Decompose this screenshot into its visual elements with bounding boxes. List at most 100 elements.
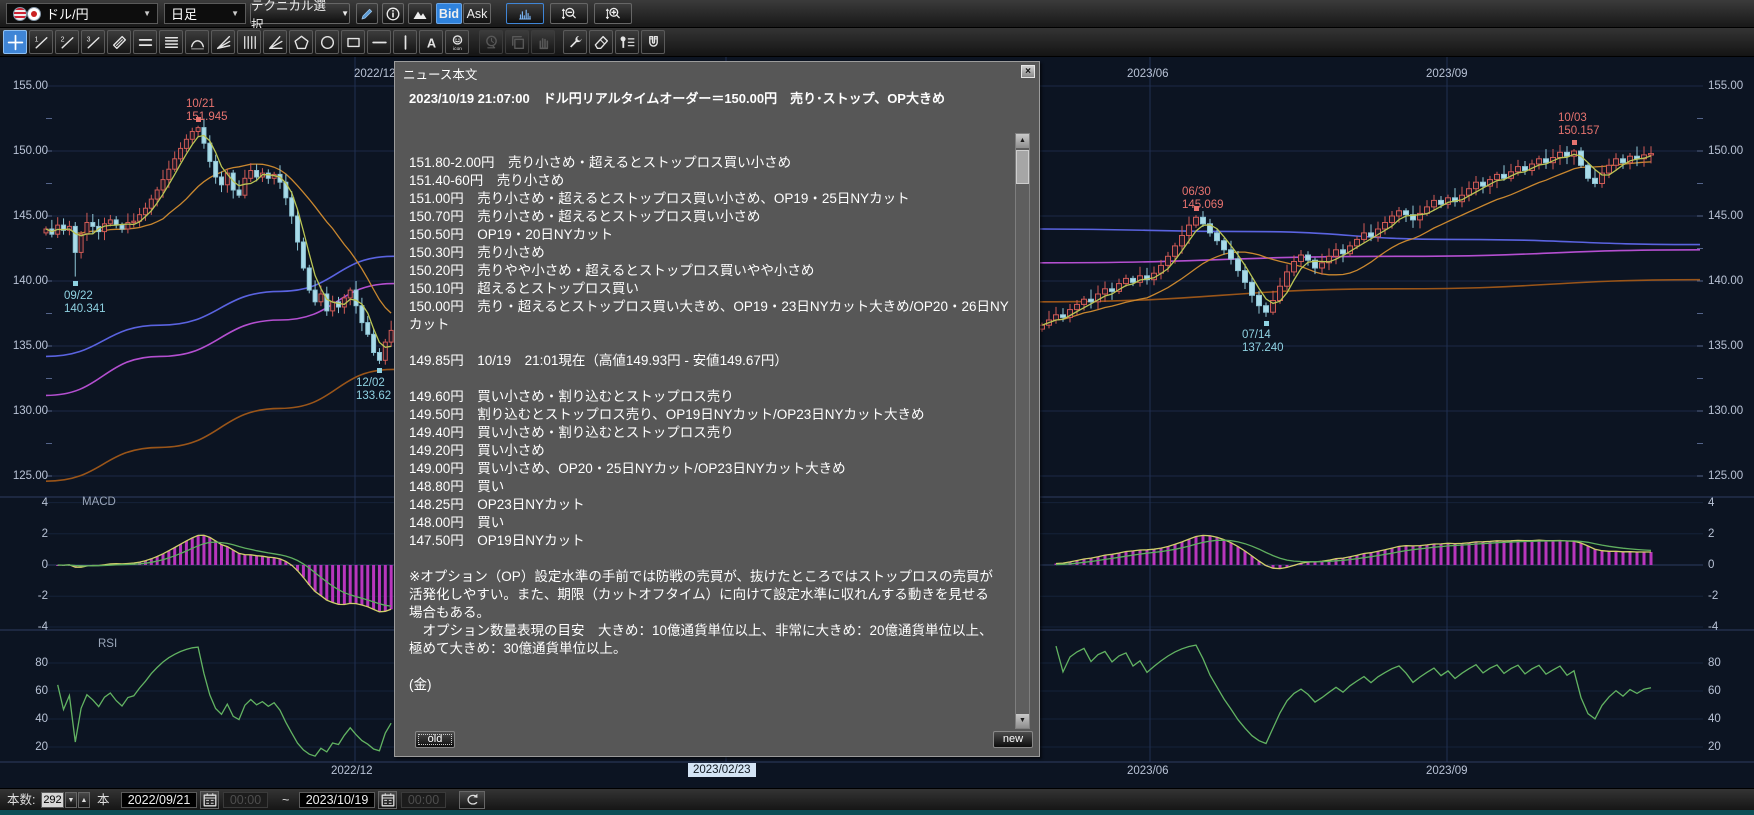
time-to-input: 00:00 [401,792,446,808]
calendar-icon [380,792,396,808]
news-body-line [409,550,1005,568]
tool-text-button[interactable]: A [419,30,443,54]
currency-pair-select[interactable]: ドル/円 ▼ [6,3,158,24]
news-body-line: 149.00円 買い小さめ、OP20・25日NYカット/OP23日NYカット大き… [409,460,1005,478]
tool-crosshair-button[interactable] [3,30,27,54]
tool-vertical-line-button[interactable] [393,30,417,54]
us-flag-icon [13,7,27,21]
time-from-input: 00:00 [223,792,268,808]
tool-trendline-3-button[interactable]: 3 [81,30,105,54]
close-icon[interactable]: × [1021,65,1035,78]
chart-style-button[interactable] [408,3,432,24]
news-body-line [409,370,1005,388]
news-body-line: ※オプション（OP）設定水準の手前では防戦の売買が、抜けたところではストップロス… [409,568,1005,586]
tick-chart-button[interactable] [506,3,544,24]
bar-unit-label: 本 [97,792,110,808]
tool-angle-lines-button[interactable] [263,30,287,54]
old-news-button[interactable]: old [415,731,455,748]
date-from-input[interactable]: 2022/09/21 [121,792,197,808]
scroll-up-icon[interactable]: ▲ [1016,134,1029,148]
news-body-line: 149.20円 買い小さめ [409,442,1005,460]
news-body-line: 147.50円 OP19日NYカット [409,532,1005,550]
chevron-down-icon: ▼ [231,9,239,18]
zoom-in-icon [605,6,621,22]
tool-history-button[interactable] [479,30,503,54]
tool-fan-lines-button[interactable] [211,30,235,54]
status-bar: 本数: 292 ▼ ▲ 本 2022/09/21 00:00 ~ 2023/10… [0,788,1754,811]
news-body-line [409,334,1005,352]
reset-range-button[interactable] [459,791,485,809]
tick-chart-icon [517,6,533,22]
news-body-line: 149.60円 買い小さめ・割り込むとストップロス売り [409,388,1005,406]
tool-settings-list-button[interactable] [615,30,639,54]
news-body-line: (金) [409,676,1005,694]
news-headline: 2023/10/19 21:07:00 ドル円リアルタイムオーダー＝150.00… [409,88,1009,107]
news-body-line: オプション数量表現の目安 大きめ：10億通貨単位以上、非常に大きめ：20億通貨単… [409,622,1005,640]
news-body-line: 150.70円 売り小さめ・超えるとストップロス買い小さめ [409,208,1005,226]
news-body-line: 150.30円 売り小さめ [409,244,1005,262]
period-label: 日足 [171,4,197,23]
count-spin-down-icon[interactable]: ▼ [65,792,77,808]
japan-flag-icon [27,7,41,21]
period-select[interactable]: 日足 ▼ [164,3,246,24]
scrollbar-thumb[interactable] [1016,150,1029,184]
zoom-in-vertical-button[interactable] [594,3,632,24]
bar-count-label: 本数: [7,792,35,808]
tool-icon-stamp-button[interactable]: icon [445,30,469,54]
news-body-line: 場合もある。 [409,604,1005,622]
new-news-button[interactable]: new [993,731,1033,748]
calendar-to-button[interactable] [378,791,397,809]
tool-trendline-1-button[interactable]: 1 [29,30,53,54]
dialog-scrollbar[interactable]: ▲ ▼ [1015,133,1030,729]
tool-hand-button[interactable] [531,30,555,54]
news-body-line: 150.50円 OP19・20日NYカット [409,226,1005,244]
tool-rectangle-button[interactable] [341,30,365,54]
svg-text:icon: icon [453,45,462,50]
undo-icon [464,792,480,808]
news-body-line: 149.50円 割り込むとストップロス売り、OP19日NYカット/OP23日NY… [409,406,1005,424]
svg-text:1: 1 [34,36,38,43]
technical-select-button[interactable]: テクニカル選択 ▼ [250,3,350,24]
draw-pencil-button[interactable] [356,3,378,24]
chevron-down-icon: ▼ [143,9,151,18]
date-to-input[interactable]: 2023/10/19 [299,792,375,808]
news-body: 151.80-2.00円 売り小さめ・超えるとストップロス買い小さめ151.40… [409,154,1005,694]
bottom-strip [0,810,1754,815]
trading-app-window: ドル/円 ▼ 日足 ▼ テクニカル選択 ▼ Bid Ask 1 23 Aicon 1… [0,0,1754,815]
bid-label: Bid [439,7,459,21]
tool-horizontal-lines-button[interactable] [159,30,183,54]
ask-button[interactable]: Ask [463,3,491,24]
news-body-line: 151.40-60円 売り小さめ [409,172,1005,190]
news-body-line: 活発化しやすい。また、期限（カットオフタイム）に向けて設定水準に収れんする動きを… [409,586,1005,604]
bid-button[interactable]: Bid [436,3,462,24]
tool-wrench-button[interactable] [563,30,587,54]
tool-horizontal-line-button[interactable] [367,30,391,54]
ask-label: Ask [467,7,488,21]
count-spin-up-icon[interactable]: ▲ [78,792,90,808]
calendar-from-button[interactable] [200,791,219,809]
info-icon [385,6,401,22]
bar-count-input[interactable]: 292 [41,792,64,808]
tool-eraser-button[interactable] [589,30,613,54]
news-body-line: 150.10円 超えるとストップロス買い [409,280,1005,298]
tool-magnet-button[interactable] [641,30,665,54]
drawing-toolbar: 1 23 Aicon [0,28,1754,57]
tool-pentagon-button[interactable] [289,30,313,54]
chevron-down-icon: ▼ [341,9,349,18]
news-body-line: 148.25円 OP23日NYカット [409,496,1005,514]
news-body-line: 148.80円 買い [409,478,1005,496]
tool-ellipse-button[interactable] [315,30,339,54]
zoom-out-vertical-button[interactable] [550,3,588,24]
news-body-line: 149.85円 10/19 21:01現在（高値149.93円 - 安値149.… [409,352,1005,370]
info-button[interactable] [382,3,404,24]
tool-trendline-2-button[interactable]: 2 [55,30,79,54]
currency-pair-label: ドル/円 [46,4,89,23]
scroll-down-icon[interactable]: ▼ [1016,714,1029,728]
tool-parallel-lines-button[interactable] [133,30,157,54]
tool-fibonacci-arc-button[interactable] [185,30,209,54]
range-tilde-label: ~ [282,792,289,808]
tool-vertical-lines-button[interactable] [237,30,261,54]
news-body-line: 149.40円 買い小さめ・割り込むとストップロス売り [409,424,1005,442]
tool-copy-button[interactable] [505,30,529,54]
tool-ruler-button[interactable] [107,30,131,54]
